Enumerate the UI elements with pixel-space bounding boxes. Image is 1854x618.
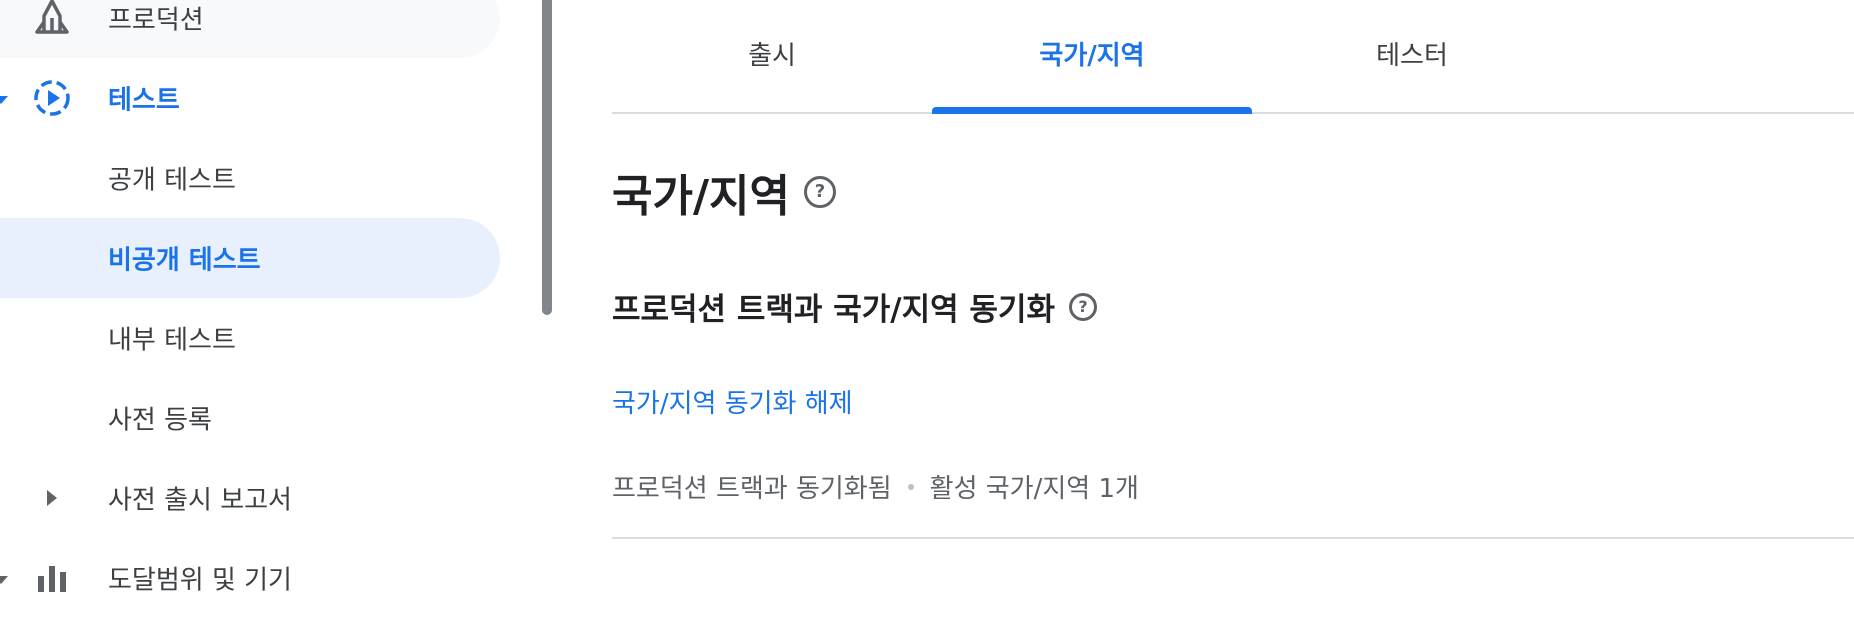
status-synced-text: 프로덕션 트랙과 동기화됨 [612, 474, 892, 504]
sidebar-item-label: 도달범위 및 기기 [108, 565, 292, 596]
sidebar: 프로덕션 테스트 공개 테스트 비공개 테스트 내부 테스트 사전 등록 사전 … [0, 0, 520, 596]
tab-label: 국가/지역 [1039, 40, 1145, 71]
sidebar-item-label: 테스트 [108, 85, 180, 116]
sidebar-item-closed-testing[interactable]: 비공개 테스트 [0, 218, 500, 298]
tab-testers[interactable]: 테스터 [1252, 0, 1572, 112]
page-title: 국가/지역 ? [612, 160, 836, 224]
sidebar-item-label: 공개 테스트 [108, 165, 236, 196]
divider [612, 537, 1854, 539]
sidebar-item-reach-and-devices[interactable]: 도달범위 및 기기 [0, 538, 500, 618]
tab-bar: 출시 국가/지역 테스터 [612, 0, 1854, 114]
page-title-text: 국가/지역 [612, 171, 790, 222]
sidebar-item-open-testing[interactable]: 공개 테스트 [0, 138, 500, 218]
tab-countries-regions[interactable]: 국가/지역 [932, 0, 1252, 114]
chevron-down-icon[interactable] [0, 563, 8, 593]
chevron-down-icon[interactable] [0, 83, 8, 113]
sidebar-item-label: 사전 등록 [108, 405, 212, 436]
unsync-countries-link[interactable]: 국가/지역 동기화 해제 [612, 383, 853, 420]
chart-icon [32, 558, 72, 598]
sidebar-item-label: 프로덕션 [108, 5, 204, 36]
status-active-count: 활성 국가/지역 1개 [929, 474, 1139, 504]
tab-releases[interactable]: 출시 [612, 0, 932, 112]
sidebar-scrollbar[interactable] [542, 0, 552, 315]
tab-label: 테스터 [1376, 40, 1448, 71]
sidebar-item-internal-testing[interactable]: 내부 테스트 [0, 298, 500, 378]
sidebar-item-label: 사전 출시 보고서 [108, 485, 292, 516]
play-circle-icon [32, 78, 72, 118]
tab-label: 출시 [748, 40, 796, 71]
sidebar-item-pre-launch-report[interactable]: 사전 출시 보고서 [0, 458, 500, 538]
rocket-icon [32, 0, 72, 38]
help-circle-icon[interactable]: ? [804, 176, 836, 208]
chevron-right-icon[interactable] [32, 478, 72, 518]
section-title: 프로덕션 트랙과 국가/지역 동기화 ? [612, 284, 1097, 329]
sync-status: 프로덕션 트랙과 동기화됨 활성 국가/지역 1개 [612, 468, 1139, 505]
sidebar-item-label: 내부 테스트 [108, 325, 236, 356]
help-circle-icon[interactable]: ? [1068, 292, 1097, 321]
sidebar-item-label: 비공개 테스트 [108, 245, 261, 276]
separator-dot [907, 483, 914, 490]
sidebar-item-pre-registration[interactable]: 사전 등록 [0, 378, 500, 458]
sidebar-item-production[interactable]: 프로덕션 [0, 0, 500, 58]
section-title-text: 프로덕션 트랙과 국가/지역 동기화 [612, 292, 1055, 328]
sidebar-item-testing[interactable]: 테스트 [0, 58, 500, 138]
